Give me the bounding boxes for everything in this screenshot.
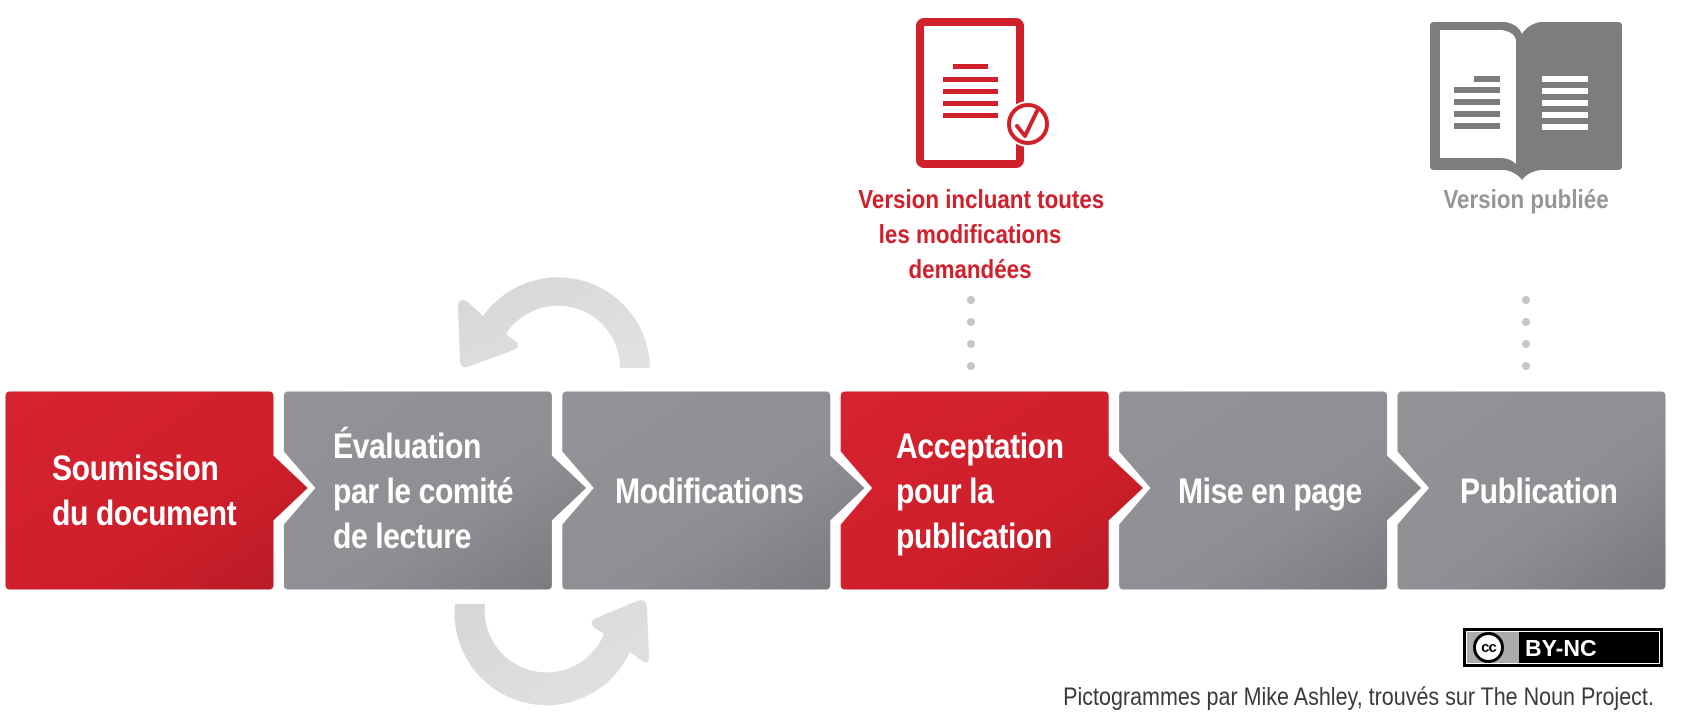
step-modifications-label: Modifications <box>615 469 804 514</box>
annotation-line: demandées <box>908 254 1032 284</box>
step-acceptation-label: Acceptation pour la publication <box>896 424 1064 559</box>
step-line: Modifications <box>615 472 804 511</box>
open-book-icon <box>1430 22 1622 180</box>
step-line: par le comité <box>333 472 514 511</box>
step-line: du document <box>52 494 237 533</box>
step-line: pour la <box>896 472 994 511</box>
step-line: Publication <box>1460 472 1618 511</box>
cc-license-badge[interactable]: cc BY-NC <box>1463 628 1663 667</box>
step-line: Acceptation <box>896 427 1064 466</box>
step-line: publication <box>896 517 1052 556</box>
workflow-diagram <box>2 18 1669 706</box>
step-line: Mise en page <box>1178 472 1362 511</box>
annotation-line: Version incluant toutes <box>858 184 1105 214</box>
connector-dot <box>1522 318 1530 326</box>
annotation-line: les modifications <box>878 219 1062 249</box>
connector-dot <box>1522 340 1530 348</box>
annotation-line: Version publiée <box>1443 184 1609 214</box>
counterclockwise-arrow-icon <box>458 277 650 368</box>
connector-dot <box>967 296 975 304</box>
published-version-label: Version publiée <box>1431 182 1620 217</box>
step-line: Évaluation <box>333 427 481 466</box>
step-line: Soumission <box>52 449 219 488</box>
dotted-connectors <box>967 296 1530 370</box>
accepted-version-label: Version incluant toutes les modification… <box>858 182 1105 287</box>
step-mise-en-page-label: Mise en page <box>1178 469 1362 514</box>
steps-row <box>2 388 1669 593</box>
clockwise-arrow-icon <box>454 600 649 706</box>
connector-dot <box>967 362 975 370</box>
step-publication-label: Publication <box>1460 469 1618 514</box>
step-evaluation-label: Évaluation par le comité de lecture <box>333 424 514 559</box>
document-check-icon <box>916 18 1051 168</box>
connector-dot <box>967 340 975 348</box>
connector-dot <box>967 318 975 326</box>
connector-dot <box>1522 296 1530 304</box>
license-text: BY-NC <box>1525 635 1597 661</box>
step-soumission-label: Soumission du document <box>52 446 237 536</box>
cc-icon: cc <box>1473 632 1504 663</box>
connector-dot <box>1522 362 1530 370</box>
step-line: de lecture <box>333 517 471 556</box>
icon-credit: Pictogrammes par Mike Ashley, trouvés su… <box>1063 683 1654 711</box>
